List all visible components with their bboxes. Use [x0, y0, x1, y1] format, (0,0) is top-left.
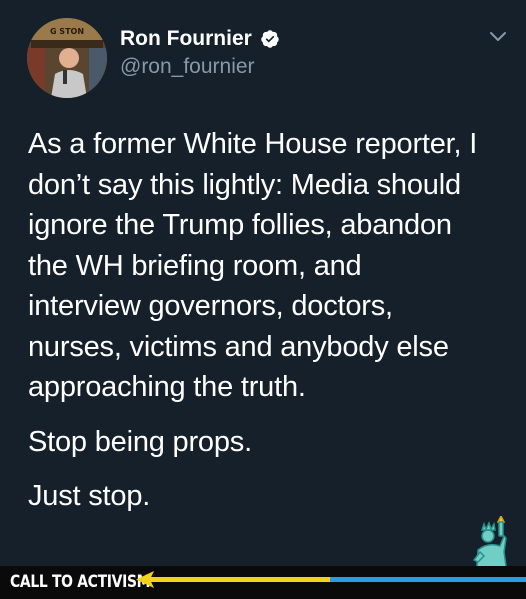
tweet-card: G STON Ron Fournier @ron_fournier As a f… [0, 0, 526, 566]
tweet-paragraph: Stop being props. [28, 425, 252, 458]
avatar-sign-text: G STON [50, 27, 84, 36]
chevron-down-icon[interactable] [486, 26, 510, 46]
avatar-image: G STON [27, 18, 107, 98]
tweet-text: As a former White House reporter, I don’… [28, 124, 514, 531]
user-handle[interactable]: @ron_fournier [120, 55, 255, 79]
avatar[interactable]: G STON [27, 18, 107, 98]
footer-label: CALL TO ACTIVISM [10, 572, 151, 592]
tweet-paragraph: Just stop. [28, 480, 151, 512]
verified-badge-icon [261, 30, 279, 48]
left-arrow-icon [136, 571, 526, 588]
display-name[interactable]: Ron Fournier [120, 27, 252, 51]
tweet-paragraph: As a former White House reporter, I don’… [28, 128, 478, 403]
author-row: Ron Fournier [120, 27, 280, 51]
